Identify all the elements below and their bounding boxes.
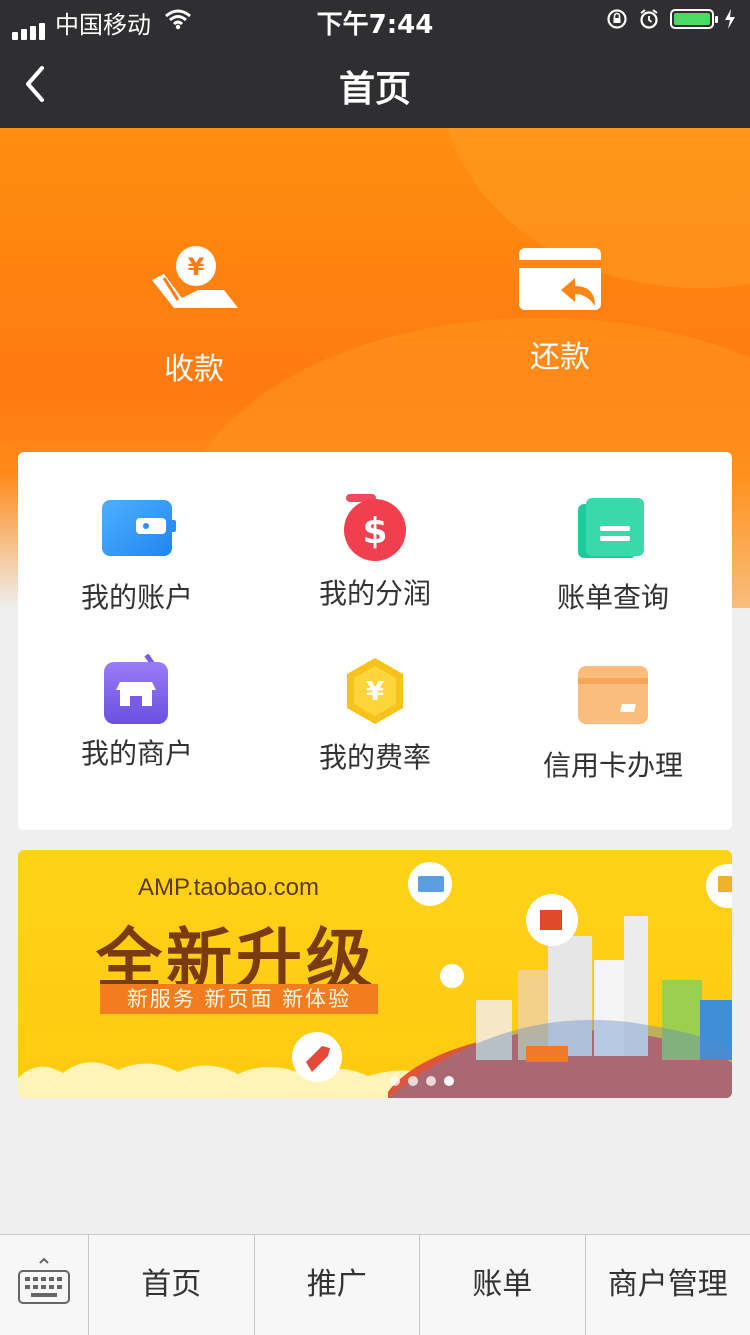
grid-item-label: 我的账户 (18, 576, 256, 616)
svg-text:¥: ¥ (188, 253, 205, 281)
bottom-tab-bar: 首页 推广 账单 商户管理 (0, 1234, 750, 1335)
grid-item-label: 信用卡办理 (494, 744, 732, 784)
dollar-coin-icon: $ (340, 494, 410, 562)
keyboard-toggle-button[interactable] (0, 1235, 89, 1335)
repayment-label: 还款 (470, 332, 650, 376)
banner-pagination (390, 1076, 454, 1086)
promo-banner[interactable]: AMP.taobao.com 全新升级 新服务 新页面 新体验 (18, 850, 732, 1098)
store-icon (102, 654, 172, 726)
grid-item-label: 账单查询 (494, 576, 732, 616)
battery-icon (670, 9, 714, 29)
hand-yuan-icon: ¥ (144, 238, 244, 328)
banner-tagline: 新服务 新页面 新体验 (100, 984, 378, 1014)
rotation-lock-icon (606, 8, 628, 30)
charging-icon (724, 9, 736, 29)
card-return-icon (517, 246, 603, 316)
tab-home[interactable]: 首页 (89, 1235, 255, 1335)
yuan-hexagon-icon: ¥ (345, 658, 405, 724)
credit-card-icon (578, 666, 648, 724)
grid-item-bill-query[interactable]: 账单查询 (494, 498, 732, 616)
tab-merchant-management[interactable]: 商户管理 (586, 1235, 750, 1335)
grid-item-credit-card[interactable]: 信用卡办理 (494, 666, 732, 784)
grid-item-label: 我的商户 (18, 732, 256, 772)
repayment-button[interactable]: 还款 (470, 246, 650, 376)
status-bar: 中国移动 下午7:44 (0, 0, 750, 40)
bill-icon (578, 498, 648, 560)
grid-item-my-account[interactable]: 我的账户 (18, 498, 256, 616)
top-bar: 中国移动 下午7:44 首页 (0, 0, 750, 128)
collect-payment-label: 收款 (104, 344, 284, 388)
grid-item-label: 我的费率 (256, 736, 494, 776)
page-title: 首页 (0, 60, 750, 112)
svg-text:$: $ (362, 511, 387, 552)
wallet-icon (102, 498, 178, 558)
grid-item-my-profit[interactable]: $ 我的分润 (256, 494, 494, 612)
grid-item-my-merchants[interactable]: 我的商户 (18, 654, 256, 772)
svg-text:¥: ¥ (366, 677, 384, 707)
alarm-icon (638, 8, 660, 30)
sale-tag-icon (290, 1030, 344, 1084)
function-grid: 我的账户 $ 我的分润 账单查询 (18, 452, 732, 830)
banner-url: AMP.taobao.com (138, 874, 319, 902)
grid-item-label: 我的分润 (256, 572, 494, 612)
grid-item-my-rate[interactable]: ¥ 我的费率 (256, 658, 494, 776)
keyboard-icon (18, 1257, 70, 1305)
tab-promotion[interactable]: 推广 (255, 1235, 421, 1335)
city-illustration-icon (388, 850, 732, 1098)
tab-bills[interactable]: 账单 (420, 1235, 586, 1335)
collect-payment-button[interactable]: ¥ 收款 (104, 238, 284, 388)
